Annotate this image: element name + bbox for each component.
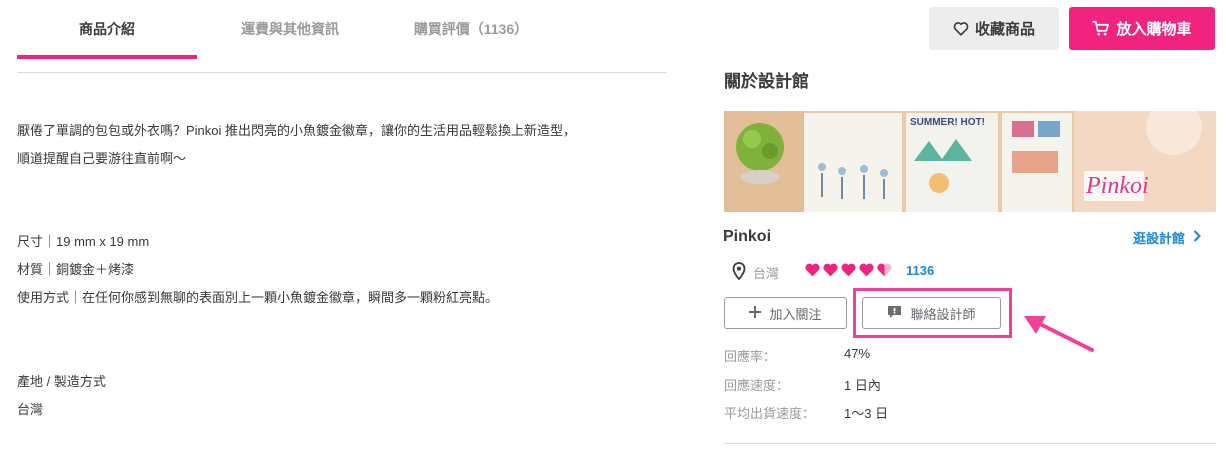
divider	[724, 443, 1216, 444]
heart-filled-icon	[804, 262, 821, 282]
spec-usage: 使用方式｜在任何你感到無聊的表面別上一顆小魚鍍金徽章，瞬間多一顆粉紅亮點。	[17, 290, 499, 305]
description-line: 厭倦了單調的包包或外衣嗎？Pinkoi 推出閃亮的小魚鍍金徽章，讓你的生活用品輕…	[17, 123, 577, 138]
product-description-intro: 厭倦了單調的包包或外衣嗎？Pinkoi 推出閃亮的小魚鍍金徽章，讓你的生活用品輕…	[17, 117, 576, 173]
banner-summer-text: SUMMER! HOT!	[910, 117, 985, 128]
plus-icon	[749, 305, 762, 321]
annotation-arrow-icon	[1024, 316, 1094, 352]
description-line: 順道提醒自己要游往直前啊～	[17, 151, 187, 166]
follow-shop-button[interactable]: 加入關注	[724, 297, 847, 329]
spec-size: 尺寸｜19 mm x 19 mm	[17, 234, 150, 249]
cart-label: 放入購物車	[1116, 21, 1192, 38]
product-specs: 尺寸｜19 mm x 19 mm 材質｜銅鍍金＋烤漆 使用方式｜在任何你感到無聊…	[17, 228, 498, 312]
shop-location: 台灣	[732, 262, 779, 283]
add-to-favorites-button[interactable]: 收藏商品	[929, 7, 1059, 50]
product-origin: 產地 / 製造方式 台灣	[17, 368, 106, 424]
tab-product-intro[interactable]: 商品介紹	[17, 0, 197, 58]
chevron-right-icon	[1193, 230, 1201, 245]
shop-banner[interactable]: SUMMER! HOT! Pinkoi	[724, 111, 1216, 212]
origin-value: 台灣	[17, 402, 44, 417]
shop-rating	[804, 262, 893, 282]
location-text: 台灣	[753, 266, 780, 281]
visit-shop-label: 逛設計館	[1133, 231, 1186, 246]
banner-brand-text: Pinkoi	[1085, 173, 1149, 199]
tab-label: 運費與其他資訊	[241, 21, 339, 37]
response-speed-label: 回應速度：	[724, 378, 790, 393]
visit-shop-link[interactable]: 逛設計館	[1133, 228, 1201, 247]
response-rate-label: 回應率：	[724, 349, 777, 364]
favorite-label: 收藏商品	[974, 21, 1035, 38]
heart-filled-icon	[822, 262, 839, 282]
shipping-speed-label: 平均出貨速度：	[724, 406, 816, 421]
heart-filled-icon	[840, 262, 857, 282]
response-rate-value: 47%	[844, 346, 871, 361]
spec-material: 材質｜銅鍍金＋烤漆	[17, 262, 135, 277]
about-shop-title: 關於設計館	[724, 72, 809, 91]
follow-label: 加入關注	[769, 306, 822, 322]
add-to-cart-button[interactable]: 放入購物車	[1069, 7, 1215, 50]
divider	[17, 72, 667, 73]
review-count-link[interactable]: 1136	[906, 263, 934, 278]
tab-label: 商品介紹	[79, 21, 135, 37]
heart-filled-icon	[858, 262, 875, 282]
cart-icon	[1092, 20, 1110, 37]
tab-shipping-info[interactable]: 運費與其他資訊	[197, 0, 383, 58]
response-speed-value: 1 日內	[844, 378, 881, 393]
active-tab-indicator	[17, 55, 197, 59]
shop-name[interactable]: Pinkoi	[723, 228, 771, 246]
origin-label: 產地 / 製造方式	[17, 374, 106, 389]
shipping-speed-value: 1～3 日	[844, 406, 889, 421]
shop-banner-image: SUMMER! HOT! Pinkoi	[724, 111, 1216, 212]
map-pin-icon	[732, 262, 746, 283]
heart-half-icon	[876, 262, 893, 282]
tab-label: 購買評價（1136）	[413, 21, 529, 37]
tab-reviews[interactable]: 購買評價（1136）	[383, 0, 559, 58]
annotation-highlight-box	[853, 288, 1012, 338]
heart-outline-icon	[953, 21, 969, 36]
